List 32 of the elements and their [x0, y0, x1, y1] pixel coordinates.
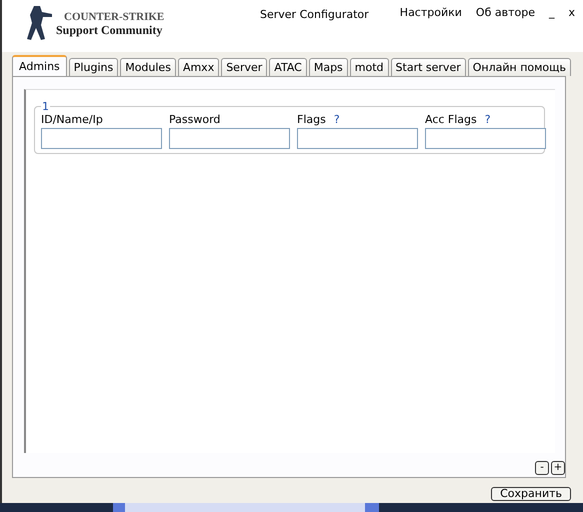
tab[interactable]: Онлайн помощь [468, 58, 572, 76]
menu-item[interactable]: Об авторе [476, 6, 535, 19]
row-button[interactable]: + [551, 461, 565, 475]
window-control[interactable]: _ [548, 6, 554, 19]
field-label: ID/Name/Ip [41, 113, 103, 126]
field-label: Flags [297, 113, 326, 126]
input-field[interactable] [41, 128, 162, 149]
field-label: Password [169, 113, 220, 126]
save-button[interactable]: Сохранить [491, 487, 571, 501]
tab[interactable]: Plugins [68, 58, 118, 76]
tab[interactable]: Server [221, 58, 268, 76]
tab[interactable]: Start server [390, 58, 466, 76]
input-field[interactable] [297, 128, 418, 149]
tab[interactable]: Modules [120, 58, 176, 76]
help-link[interactable]: ? [334, 113, 340, 126]
help-link[interactable]: ? [484, 113, 491, 126]
input-field[interactable] [425, 128, 546, 149]
tab[interactable]: ATAC [269, 58, 307, 76]
tab[interactable]: motd [350, 58, 389, 76]
taskbar-button[interactable] [113, 503, 379, 512]
row-button[interactable]: - [535, 461, 549, 475]
logo-title: COUNTER-STRIKE [64, 10, 164, 22]
menu-item[interactable]: Настройки [400, 6, 462, 19]
input-field[interactable] [169, 128, 290, 149]
logo-subtitle: Support Community [56, 22, 164, 38]
tab[interactable]: Admins [12, 55, 67, 76]
window-title: Server Configurator [260, 8, 369, 21]
window-control[interactable]: x [568, 6, 575, 19]
tab[interactable]: Amxx [178, 58, 220, 76]
tab[interactable]: Maps [308, 58, 348, 76]
entry-number: 1 [41, 100, 50, 113]
field-label: Acc Flags [425, 113, 477, 126]
